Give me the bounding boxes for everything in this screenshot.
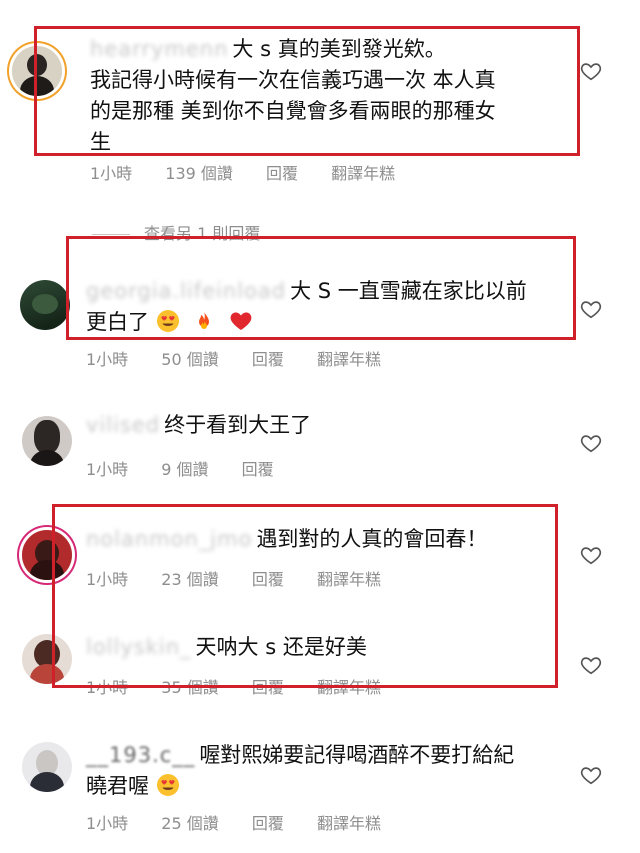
highlight-box: [52, 504, 558, 688]
comment-likes[interactable]: 139 個讚: [165, 160, 233, 184]
comment-text-line: 喔對熙娣要記得喝酒醉不要打給紀: [199, 743, 515, 767]
heart-outline-icon[interactable]: [580, 432, 602, 454]
translate-button[interactable]: 翻譯年糕: [317, 810, 381, 834]
comment-text: __193.c__ 喔對熙娣要記得喝酒醉不要打給紀 曉君喔: [86, 740, 566, 802]
heart-outline-icon[interactable]: [580, 654, 602, 676]
comment-meta: 1小時 25 個讚 回覆 翻譯年糕: [86, 810, 409, 834]
heart-outline-icon[interactable]: [580, 60, 602, 82]
comment-item: vilised 终于看到大王了 1小時 9 個讚 回覆: [0, 396, 640, 496]
comment-item: hearrymenn 大 s 真的美到發光欸。 我記得小時候有一次在信義巧遇一次 …: [0, 0, 640, 220]
comment-meta: 1小時 9 個讚 回覆: [86, 456, 302, 480]
comment-likes[interactable]: 9 個讚: [161, 456, 208, 480]
comment-item: __193.c__ 喔對熙娣要記得喝酒醉不要打給紀 曉君喔 1小時 25 個讚 回…: [0, 730, 640, 850]
translate-button[interactable]: 翻譯年糕: [317, 346, 381, 370]
comment-text: vilised 终于看到大王了: [86, 410, 566, 441]
heart-eyes-emoji-icon: [156, 774, 179, 796]
comment-username[interactable]: __193.c__: [86, 740, 195, 771]
comment-time: 1小時: [86, 814, 129, 833]
comment-text-line: 终于看到大王了: [164, 413, 312, 437]
reply-button[interactable]: 回覆: [252, 810, 284, 834]
comment-username[interactable]: vilised: [86, 410, 160, 441]
comment-meta: 1小時 139 個讚 回覆 翻譯年糕: [90, 160, 423, 184]
avatar[interactable]: [20, 280, 70, 330]
heart-outline-icon[interactable]: [580, 544, 602, 566]
reply-button[interactable]: 回覆: [242, 456, 274, 480]
comment-time: 1小時: [90, 164, 133, 183]
heart-outline-icon[interactable]: [580, 764, 602, 786]
divider-line: [92, 234, 130, 235]
comment-likes[interactable]: 50 個讚: [161, 346, 218, 370]
comment-likes[interactable]: 25 個讚: [161, 810, 218, 834]
comment-item: georgia.lifeinload 大 S 一直雪藏在家比以前 更白了 1小時 …: [0, 236, 640, 376]
translate-button[interactable]: 翻譯年糕: [331, 160, 395, 184]
comment-meta: 1小時 50 個讚 回覆 翻譯年糕: [86, 346, 409, 370]
comment-text-line: 曉君喔: [86, 774, 149, 798]
avatar[interactable]: [22, 416, 72, 466]
highlight-box: [66, 236, 576, 340]
reply-button[interactable]: 回覆: [252, 346, 284, 370]
reply-button[interactable]: 回覆: [266, 160, 298, 184]
avatar[interactable]: [22, 742, 72, 792]
comment-time: 1小時: [86, 460, 129, 479]
heart-outline-icon[interactable]: [580, 298, 602, 320]
comment-time: 1小時: [86, 350, 129, 369]
highlight-box: [34, 26, 580, 156]
